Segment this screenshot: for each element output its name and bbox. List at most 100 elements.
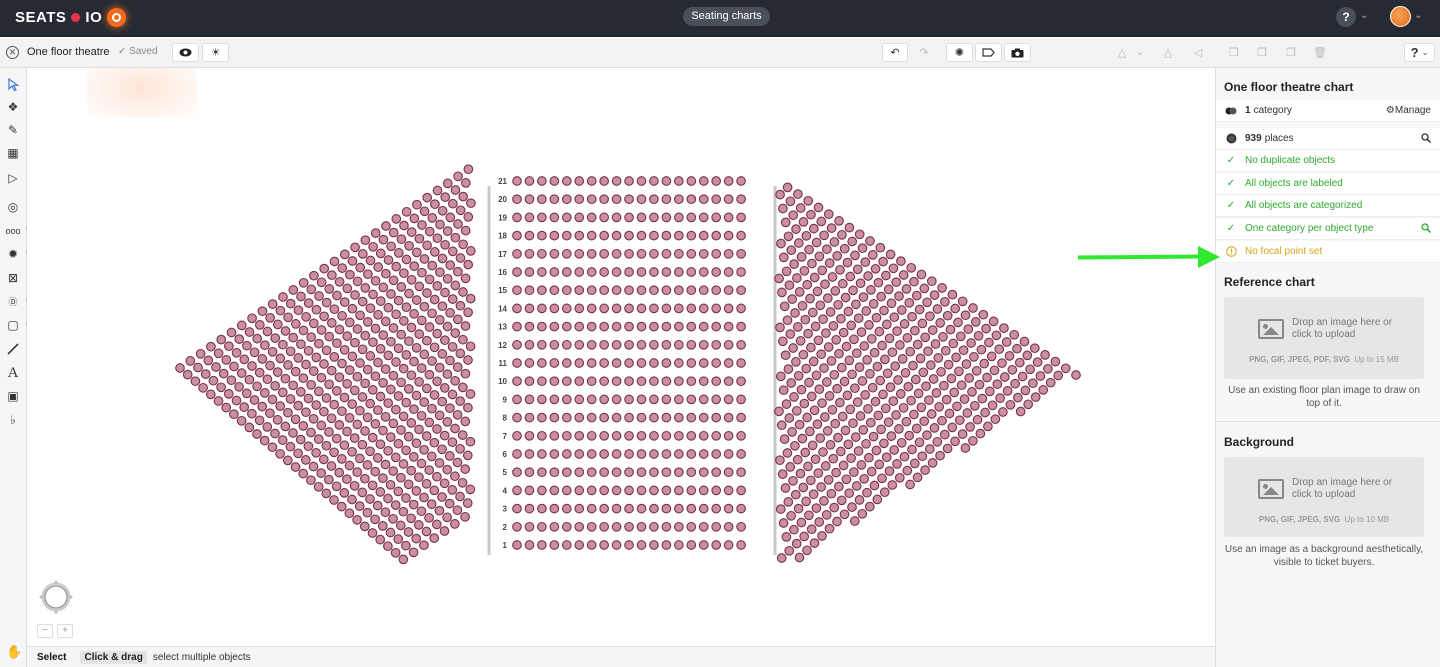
seat-left-wedge[interactable] [193, 362, 203, 373]
seat-left-wedge[interactable] [422, 192, 433, 203]
seat-center[interactable] [624, 194, 634, 205]
seat-right-wedge[interactable] [1013, 392, 1023, 403]
seat-right-wedge[interactable] [787, 294, 798, 304]
seat-center[interactable] [723, 521, 734, 532]
seat-center[interactable] [586, 394, 597, 405]
seat-left-wedge[interactable] [440, 335, 450, 346]
seat-right-wedge[interactable] [939, 429, 950, 440]
seat-center[interactable] [711, 248, 722, 259]
seat-left-wedge[interactable] [455, 491, 465, 502]
seat-right-wedge[interactable] [784, 280, 795, 291]
seat-right-wedge[interactable] [789, 259, 799, 269]
seat-center[interactable] [698, 230, 709, 241]
seat-center[interactable] [524, 339, 535, 350]
seat-left-wedge[interactable] [360, 330, 371, 341]
seat-left-wedge[interactable] [316, 277, 327, 288]
seat-right-wedge[interactable] [902, 332, 913, 343]
seat-left-wedge[interactable] [352, 467, 363, 477]
seat-right-wedge[interactable] [877, 473, 887, 484]
seat-center[interactable] [524, 321, 535, 332]
line-tool-icon[interactable] [5, 341, 21, 357]
seat-center[interactable] [549, 376, 560, 387]
seat-right-wedge[interactable] [874, 459, 885, 470]
seat-left-wedge[interactable] [198, 382, 208, 393]
seat-center[interactable] [649, 449, 659, 459]
seat-right-wedge[interactable] [939, 380, 949, 391]
seat-center[interactable] [636, 521, 647, 532]
seat-center[interactable] [512, 176, 522, 186]
seat-center[interactable] [636, 449, 647, 459]
seat-right-wedge[interactable] [1071, 370, 1081, 380]
seat-left-wedge[interactable] [427, 213, 438, 223]
seat-left-wedge[interactable] [205, 389, 216, 400]
seat-left-wedge[interactable] [367, 480, 378, 491]
seat-left-wedge[interactable] [457, 477, 468, 488]
seat-left-wedge[interactable] [395, 520, 406, 531]
seat-right-wedge[interactable] [793, 370, 804, 381]
seat-center[interactable] [574, 540, 585, 550]
seat-left-wedge[interactable] [406, 274, 417, 285]
seat-center[interactable] [512, 267, 522, 277]
seat-center[interactable] [649, 467, 659, 478]
seat-center[interactable] [524, 248, 535, 259]
seat-left-wedge[interactable] [414, 329, 425, 339]
seat-center[interactable] [611, 358, 622, 368]
seat-center[interactable] [673, 285, 684, 296]
pan-hand-icon[interactable]: ✋ [6, 644, 22, 660]
seat-right-wedge[interactable] [935, 450, 945, 461]
seat-left-wedge[interactable] [285, 346, 296, 357]
seat-left-wedge[interactable] [445, 403, 455, 414]
seat-center[interactable] [711, 339, 722, 350]
close-editor-icon[interactable]: ✕ [6, 46, 19, 59]
seat-left-wedge[interactable] [406, 322, 417, 333]
seat-right-wedge[interactable] [849, 467, 859, 477]
seat-right-wedge[interactable] [925, 311, 935, 322]
seat-right-wedge[interactable] [866, 285, 876, 295]
seat-left-wedge[interactable] [437, 349, 448, 359]
image-tool-icon[interactable]: ▣ [5, 388, 21, 404]
seat-right-wedge[interactable] [873, 410, 884, 421]
seat-right-wedge[interactable] [805, 475, 816, 486]
seat-center[interactable] [549, 212, 560, 223]
seat-right-wedge[interactable] [863, 403, 873, 414]
seat-right-wedge[interactable] [991, 330, 1002, 341]
seat-left-wedge[interactable] [339, 297, 350, 307]
seat-left-wedge[interactable] [357, 392, 368, 402]
seat-left-wedge[interactable] [347, 494, 357, 505]
seat-right-wedge[interactable] [949, 387, 960, 398]
seat-left-wedge[interactable] [265, 408, 275, 419]
seat-center[interactable] [661, 212, 672, 223]
seat-right-wedge[interactable] [854, 362, 865, 372]
seat-right-wedge[interactable] [1002, 386, 1013, 396]
seat-right-wedge[interactable] [809, 405, 820, 416]
seat-left-wedge[interactable] [208, 375, 219, 386]
seat-center[interactable] [537, 394, 547, 405]
seat-center[interactable] [512, 503, 522, 514]
seat-left-wedge[interactable] [370, 466, 381, 477]
seat-right-wedge[interactable] [823, 209, 834, 220]
seat-right-wedge[interactable] [999, 372, 1010, 382]
seat-left-wedge[interactable] [399, 268, 409, 279]
seat-center[interactable] [686, 412, 697, 423]
seat-left-wedge[interactable] [344, 412, 355, 423]
seat-left-wedge[interactable] [419, 349, 430, 360]
seat-center[interactable] [611, 303, 622, 314]
seat-left-wedge[interactable] [429, 294, 440, 305]
seat-left-wedge[interactable] [280, 421, 291, 432]
seat-center[interactable] [524, 194, 535, 205]
seat-center[interactable] [586, 449, 597, 459]
seat-left-wedge[interactable] [342, 283, 353, 294]
seat-left-wedge[interactable] [393, 295, 404, 306]
seat-right-wedge[interactable] [847, 236, 858, 247]
seat-right-wedge[interactable] [820, 279, 830, 290]
seat-left-wedge[interactable] [452, 409, 463, 420]
seat-right-wedge[interactable] [836, 362, 847, 373]
seat-right-wedge[interactable] [968, 303, 978, 313]
seat-center[interactable] [512, 521, 522, 532]
seat-left-wedge[interactable] [354, 501, 365, 511]
seat-left-wedge[interactable] [409, 213, 420, 224]
seat-center[interactable] [686, 467, 697, 478]
seat-left-wedge[interactable] [244, 374, 255, 385]
seat-center[interactable] [549, 194, 560, 205]
seat-right-wedge[interactable] [799, 398, 810, 409]
